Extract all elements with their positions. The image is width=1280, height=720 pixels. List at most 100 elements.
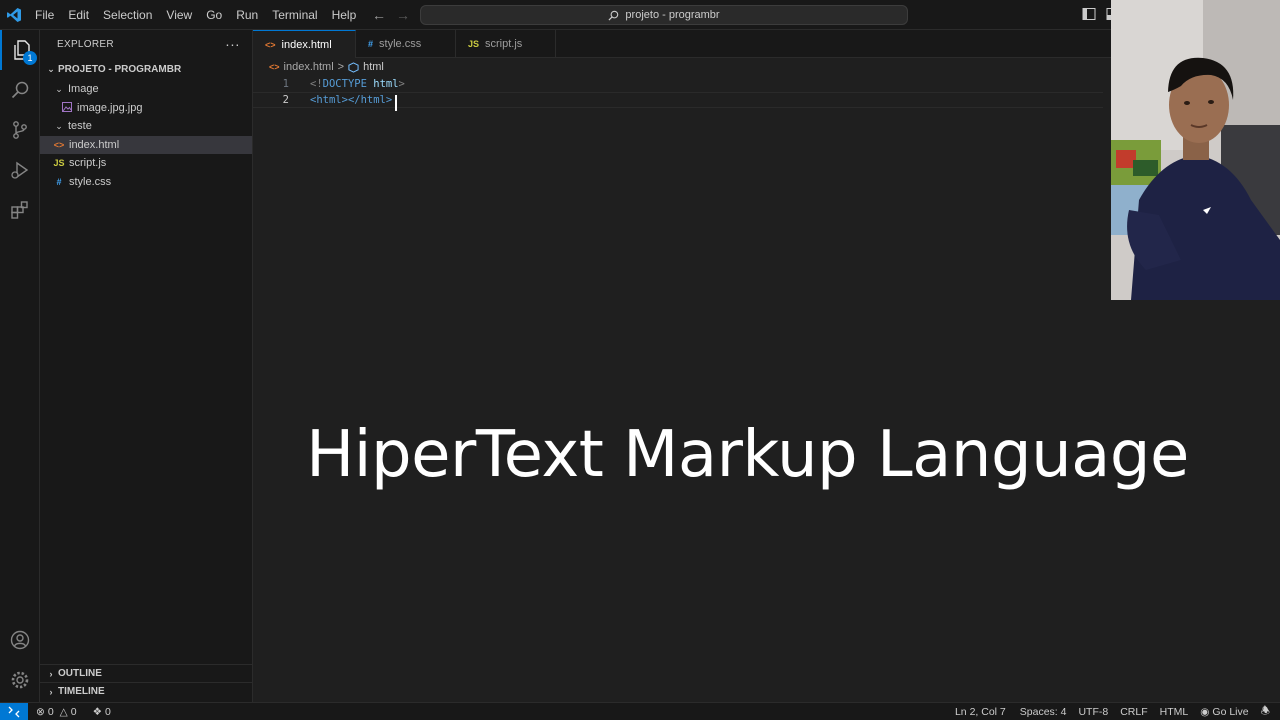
accounts-activity[interactable]: [0, 620, 40, 660]
tree-item-image-folder[interactable]: ⌄ Image: [40, 80, 252, 99]
run-debug-icon: [11, 161, 29, 179]
broadcast-icon: ❖: [92, 705, 102, 718]
html-file-icon: <>: [265, 39, 276, 50]
outline-label: OUTLINE: [58, 668, 102, 679]
cursor-position[interactable]: Ln 2, Col 7: [949, 706, 1012, 718]
remote-icon: [8, 706, 20, 717]
tree-item-index-html[interactable]: <> index.html: [40, 135, 252, 154]
forward-arrow-icon[interactable]: →: [396, 7, 410, 23]
html-file-icon: <>: [269, 62, 280, 72]
go-live-label: Go Live: [1212, 706, 1249, 718]
tree-item-style-css[interactable]: # style.css: [40, 173, 252, 192]
explorer-sidebar: EXPLORER ··· ⌄ PROJETO - PROGRAMBR ⌄ Ima…: [40, 30, 253, 702]
command-center[interactable]: projeto - programbr: [420, 5, 908, 25]
menu-terminal[interactable]: Terminal: [265, 0, 324, 30]
css-file-icon: #: [368, 39, 374, 49]
workspace-folder-label: PROJETO - PROGRAMBR: [58, 63, 182, 75]
breadcrumb-file[interactable]: index.html: [284, 61, 334, 73]
webcam-person-image: [1111, 0, 1280, 300]
toggle-sidebar-icon[interactable]: [1082, 7, 1096, 21]
menu-selection[interactable]: Selection: [96, 0, 159, 30]
status-bar: ⊗ 0 △ 0 ❖ 0 Ln 2, Col 7 Spaces: 4 UTF-8 …: [0, 702, 1280, 720]
tree-item-label: index.html: [69, 138, 120, 151]
ports-indicator[interactable]: ❖ 0: [87, 706, 117, 718]
explorer-activity[interactable]: 1: [0, 30, 40, 70]
tree-item-label: Image: [68, 83, 99, 96]
tree-item-label: script.js: [69, 157, 107, 170]
go-live-button[interactable]: ◉ Go Live: [1194, 706, 1254, 718]
js-file-icon: JS: [468, 39, 480, 49]
text-cursor: [395, 95, 397, 111]
tree-item-script-js[interactable]: JS script.js: [40, 154, 252, 173]
css-file-icon: #: [56, 176, 62, 187]
menu-edit[interactable]: Edit: [61, 0, 96, 30]
language-mode[interactable]: HTML: [1154, 706, 1195, 718]
explorer-badge: 1: [23, 51, 37, 65]
error-count: 0: [47, 705, 54, 718]
tree-item-teste-folder[interactable]: ⌄ teste: [40, 117, 252, 136]
chevron-down-icon: ⌄: [55, 83, 63, 94]
menu-file[interactable]: File: [28, 0, 61, 30]
menu-go[interactable]: Go: [199, 0, 229, 30]
end-of-line[interactable]: CRLF: [1114, 706, 1153, 718]
more-actions-icon[interactable]: ···: [225, 36, 240, 52]
menu-bar: File Edit Selection View Go Run Terminal…: [28, 0, 363, 30]
tab-label: script.js: [485, 38, 523, 50]
line-number: 2: [282, 94, 289, 106]
chevron-down-icon: ⌄: [55, 120, 63, 131]
source-control-activity[interactable]: [0, 110, 40, 150]
activity-bar: 1: [0, 30, 40, 702]
menu-view[interactable]: View: [159, 0, 199, 30]
webcam-overlay: [1111, 0, 1280, 300]
ports-count: 0: [105, 705, 111, 718]
code-line-current: 2 <html></html>: [253, 92, 1103, 108]
warning-icon: △: [59, 705, 68, 718]
search-icon: [608, 10, 619, 21]
symbol-element-icon: [348, 61, 359, 73]
command-center-label: projeto - programbr: [625, 9, 720, 21]
tree-item-label: style.css: [69, 175, 112, 188]
extensions-activity[interactable]: [0, 190, 40, 230]
encoding[interactable]: UTF-8: [1072, 706, 1114, 718]
remote-indicator[interactable]: [0, 702, 28, 720]
tab-style-css[interactable]: # style.css: [356, 30, 456, 58]
breadcrumb: <> index.html > html: [253, 58, 384, 76]
timeline-label: TIMELINE: [58, 686, 105, 697]
warning-count: 0: [70, 705, 77, 718]
explorer-title: EXPLORER: [57, 38, 114, 50]
error-icon: ⊗: [36, 705, 45, 718]
back-arrow-icon[interactable]: ←: [372, 7, 386, 23]
source-control-icon: [13, 121, 27, 139]
tree-item-label: image.jpg.jpg: [77, 101, 143, 114]
timeline-section[interactable]: › TIMELINE: [40, 682, 253, 700]
chevron-right-icon: ›: [49, 686, 53, 697]
menu-run[interactable]: Run: [229, 0, 265, 30]
chevron-right-icon: ›: [49, 668, 53, 679]
tab-index-html[interactable]: <> index.html: [253, 30, 356, 58]
gear-icon: [11, 671, 29, 689]
tab-label: index.html: [281, 38, 332, 51]
breadcrumb-separator: >: [337, 61, 345, 73]
video-caption: HiperText Markup Language: [306, 418, 1189, 492]
js-file-icon: JS: [53, 158, 65, 169]
manage-activity[interactable]: [0, 660, 40, 700]
workspace-folder[interactable]: ⌄ PROJETO - PROGRAMBR: [40, 58, 252, 80]
tree-item-image-file[interactable]: image.jpg.jpg: [40, 99, 252, 118]
nav-arrows: ← →: [372, 0, 410, 30]
problems-indicator[interactable]: ⊗ 0 △ 0: [28, 706, 83, 718]
tab-label: style.css: [379, 38, 422, 50]
search-activity[interactable]: [0, 70, 40, 110]
line-number: 1: [282, 78, 289, 90]
notifications-bell-icon[interactable]: 🕭: [1255, 703, 1276, 720]
indentation[interactable]: Spaces: 4: [1014, 706, 1073, 718]
outline-section[interactable]: › OUTLINE: [40, 664, 253, 682]
breadcrumb-symbol[interactable]: html: [363, 61, 384, 73]
html-file-icon: <>: [53, 139, 65, 150]
vscode-logo-icon: [0, 0, 28, 30]
menu-help[interactable]: Help: [325, 0, 364, 30]
run-debug-activity[interactable]: [0, 150, 40, 190]
tree-item-label: teste: [68, 120, 92, 133]
tab-script-js[interactable]: JS script.js: [456, 30, 556, 58]
broadcast-icon: ◉: [1200, 706, 1210, 718]
code-line: 1 <!DOCTYPE html>: [253, 76, 1103, 92]
